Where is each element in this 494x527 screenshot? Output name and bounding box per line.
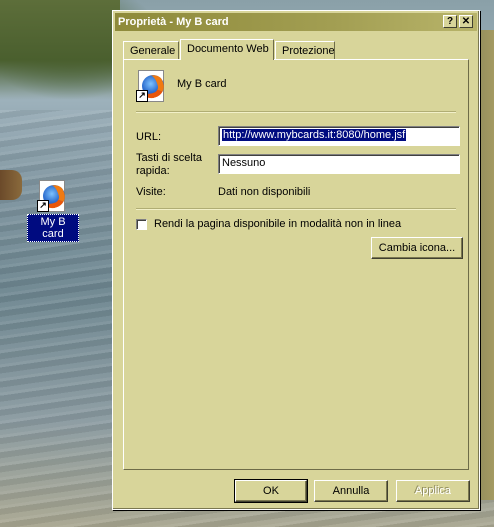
firefox-shortcut-icon: ↗: [136, 70, 168, 102]
tab-panel: ↗ My B card URL: http://www.mybcards.it:…: [123, 59, 469, 470]
url-label: URL:: [136, 131, 162, 143]
desktop-shortcut[interactable]: ↗ My B card: [27, 180, 79, 242]
hotkey-input[interactable]: Nessuno: [218, 154, 460, 174]
desktop-shortcut-label: My B card: [27, 214, 79, 242]
visits-value: Dati non disponibili: [218, 186, 311, 198]
wallpaper-trees: [0, 0, 120, 100]
dialog-title-bar[interactable]: Proprietà - My B card ? ✕: [115, 13, 477, 31]
hotkey-value: Nessuno: [222, 157, 266, 169]
offline-label[interactable]: Rendi la pagina disponibile in modalità …: [154, 218, 401, 230]
ok-button[interactable]: OK: [234, 479, 308, 503]
wallpaper-boat: [0, 170, 22, 200]
separator: [136, 208, 456, 210]
cancel-button[interactable]: Annulla: [314, 480, 388, 502]
tab-generale[interactable]: Generale: [123, 41, 179, 59]
change-icon-button[interactable]: Cambia icona...: [371, 237, 463, 259]
help-button[interactable]: ?: [443, 15, 457, 28]
visits-label: Visite:: [136, 186, 166, 198]
firefox-shortcut-icon: ↗: [37, 180, 69, 212]
dialog-title: Proprietà - My B card: [118, 16, 229, 28]
item-name: My B card: [177, 78, 227, 90]
properties-dialog: Proprietà - My B card ? ✕ Generale Docum…: [112, 10, 480, 510]
offline-checkbox[interactable]: [136, 219, 147, 230]
separator: [136, 111, 456, 113]
url-input[interactable]: http://www.mybcards.it:8080/home.jsf: [218, 126, 460, 146]
tab-documento-web[interactable]: Documento Web: [180, 39, 274, 60]
hotkey-label: Tasti di scelta rapida:: [136, 152, 203, 177]
apply-button[interactable]: Applica: [396, 480, 470, 502]
close-button[interactable]: ✕: [459, 15, 473, 28]
url-value: http://www.mybcards.it:8080/home.jsf: [222, 129, 407, 141]
tab-protezione[interactable]: Protezione: [275, 41, 335, 59]
